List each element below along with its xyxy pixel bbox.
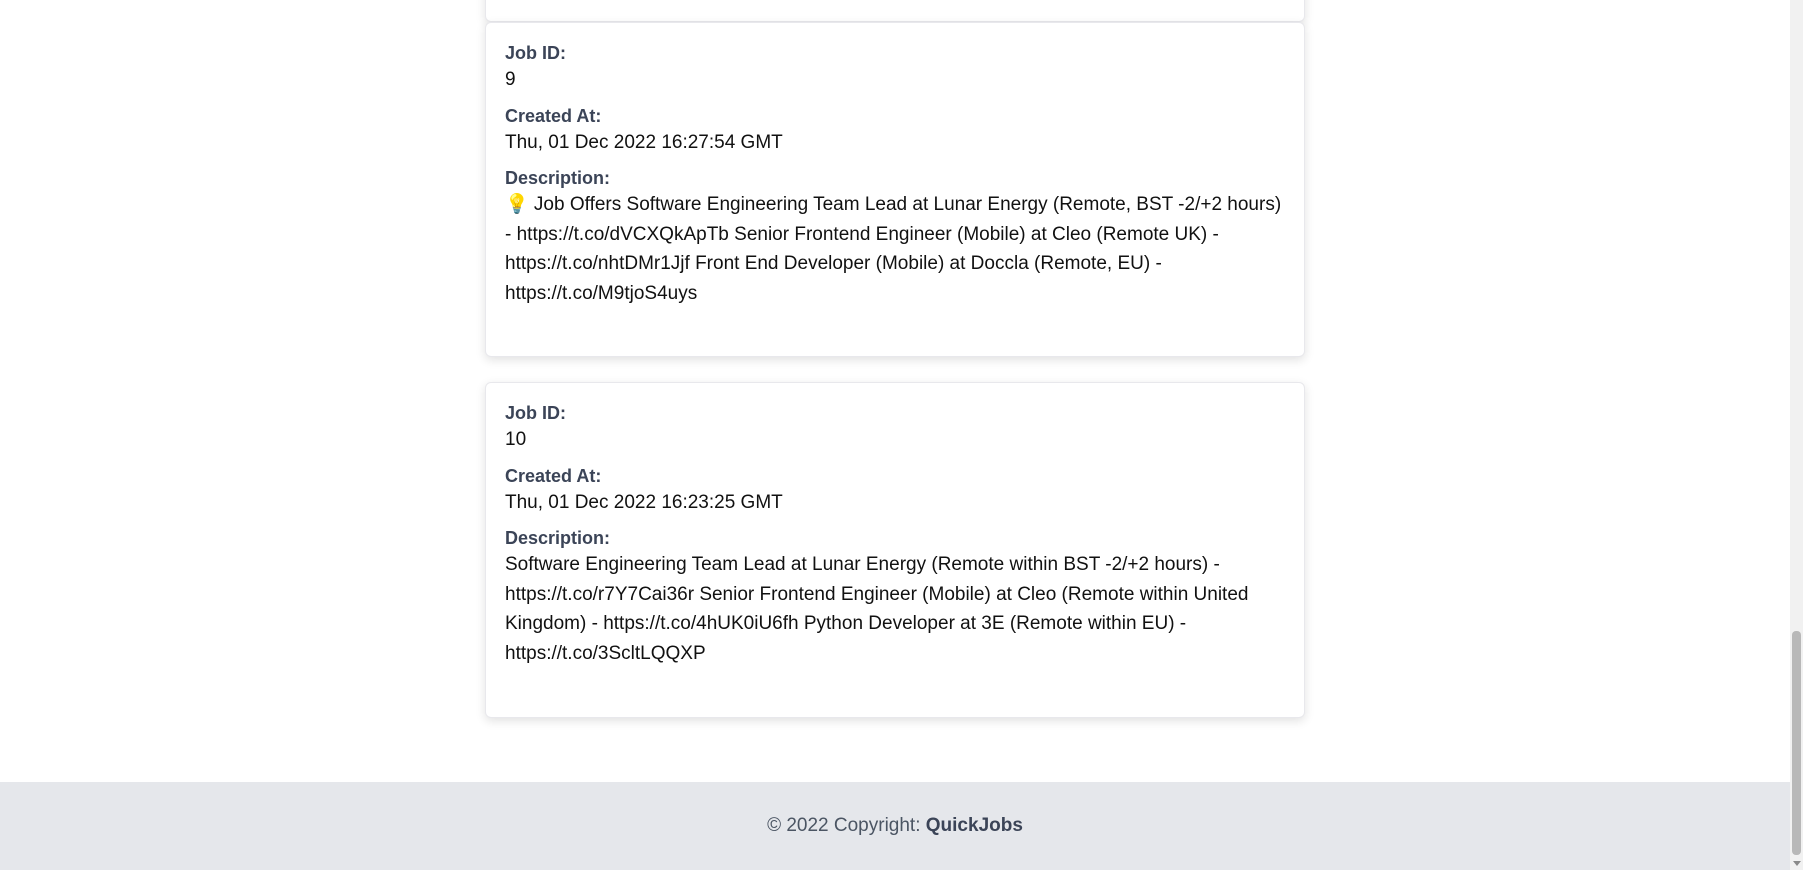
- brand-name: QuickJobs: [925, 815, 1023, 836]
- job-id-label: Job ID:: [505, 403, 566, 423]
- created-at-value: Thu, 01 Dec 2022 16:27:54 GMT: [505, 131, 783, 153]
- created-at-value: Thu, 01 Dec 2022 16:23:25 GMT: [505, 491, 783, 513]
- copyright-text: © 2022 Copyright:: [767, 815, 926, 836]
- scroll-down-arrow-icon[interactable]: [1793, 861, 1801, 866]
- job-card: Job ID: 10 Created At: Thu, 01 Dec 2022 …: [485, 382, 1305, 718]
- job-id-value: 10: [505, 429, 527, 450]
- page: Job ID: 9 Created At: Thu, 01 Dec 2022 1…: [0, 0, 1803, 870]
- scrollbar-thumb[interactable]: [1792, 631, 1801, 855]
- description-value: Software Engineering Team Lead at Lunar …: [505, 554, 1249, 664]
- job-id-value: 9: [505, 69, 516, 90]
- created-at-label: Created At:: [505, 105, 602, 126]
- job-card: Job ID: 9 Created At: Thu, 01 Dec 2022 1…: [485, 22, 1305, 357]
- description-value: 💡 Job Offers Software Engineering Team L…: [505, 194, 1282, 304]
- job-card-previous: [485, 0, 1305, 22]
- description-label: Description:: [505, 168, 611, 188]
- description-label: Description:: [505, 528, 611, 548]
- vertical-scrollbar[interactable]: [1790, 0, 1803, 870]
- footer: © 2022 Copyright: QuickJobs: [0, 782, 1790, 870]
- created-at-label: Created At:: [505, 465, 602, 486]
- job-id-label: Job ID:: [505, 43, 566, 63]
